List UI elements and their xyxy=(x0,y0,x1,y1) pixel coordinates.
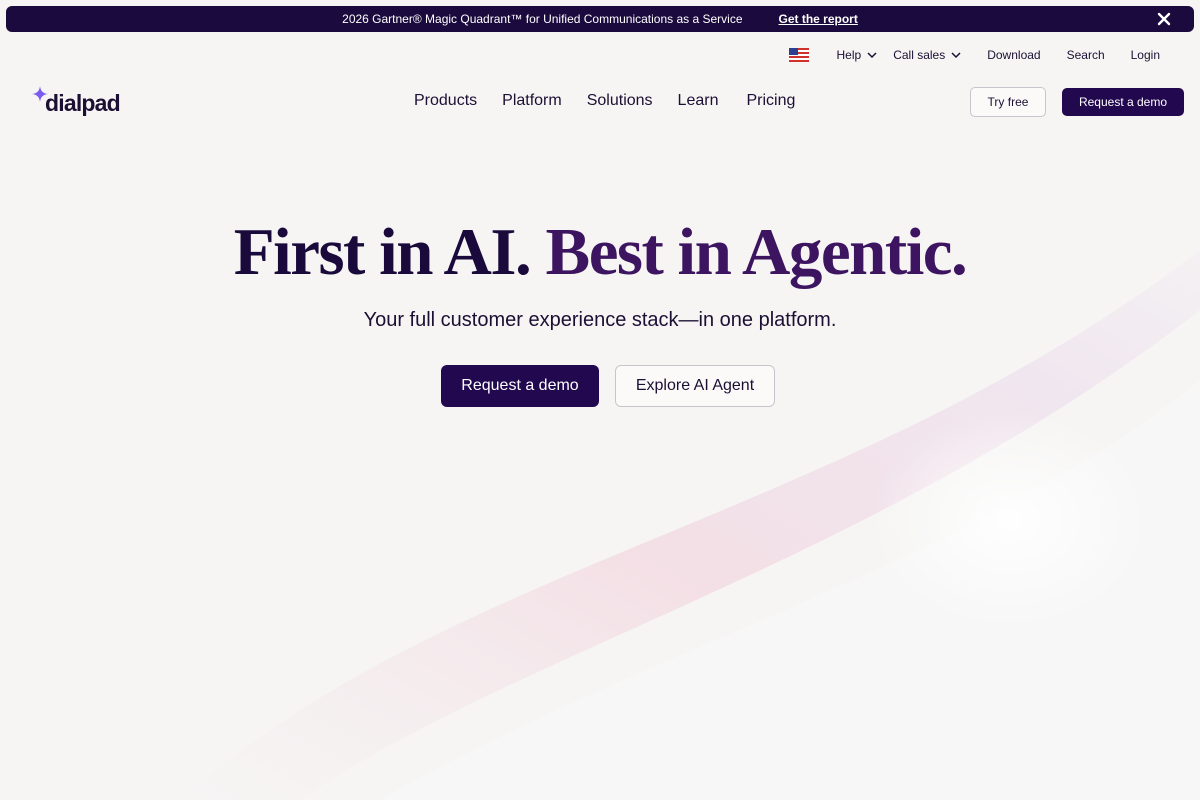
main-nav: Products Platform Solutions Learn Pricin… xyxy=(414,92,820,110)
hero-title-part1: First in AI. xyxy=(233,215,532,289)
nav-products[interactable]: Products xyxy=(414,92,477,110)
chevron-down-icon xyxy=(867,52,877,59)
nav-solutions[interactable]: Solutions xyxy=(587,92,653,110)
utility-nav: Help Call sales Download Search Login xyxy=(788,46,1160,64)
dialpad-logo[interactable]: dialpad xyxy=(32,86,121,117)
call-sales-menu[interactable]: Call sales xyxy=(893,48,961,62)
hero-title: First in AI. Best in Agentic. xyxy=(0,214,1200,291)
header-request-demo-button[interactable]: Request a demo xyxy=(1062,88,1184,116)
hero-subtitle: Your full customer experience stack—in o… xyxy=(363,309,837,331)
help-menu[interactable]: Help xyxy=(837,48,878,62)
try-free-button[interactable]: Try free xyxy=(970,87,1046,117)
brand-wordmark: dialpad xyxy=(45,90,121,116)
announcement-bar: 2026 Gartner® Magic Quadrant™ for Unifie… xyxy=(6,6,1194,32)
help-label: Help xyxy=(836,48,862,62)
chevron-down-icon xyxy=(951,52,961,59)
nav-pricing[interactable]: Pricing xyxy=(746,92,795,110)
explore-ai-agent-button[interactable]: Explore AI Agent xyxy=(615,365,775,407)
hero-request-demo-button[interactable]: Request a demo xyxy=(441,365,599,407)
search-link[interactable]: Search xyxy=(1067,48,1105,62)
call-sales-label: Call sales xyxy=(893,48,946,62)
download-link[interactable]: Download xyxy=(987,48,1040,62)
us-flag-icon[interactable] xyxy=(788,48,809,62)
nav-platform[interactable]: Platform xyxy=(502,92,562,110)
hero-title-part2: Best in Agentic. xyxy=(545,215,968,289)
nav-learn[interactable]: Learn xyxy=(678,92,719,110)
background-swoosh xyxy=(0,0,1200,800)
get-report-link[interactable]: Get the report xyxy=(779,12,858,26)
close-icon[interactable] xyxy=(1156,11,1172,27)
announcement-message: 2026 Gartner® Magic Quadrant™ for Unifie… xyxy=(342,12,743,26)
login-link[interactable]: Login xyxy=(1131,48,1160,62)
